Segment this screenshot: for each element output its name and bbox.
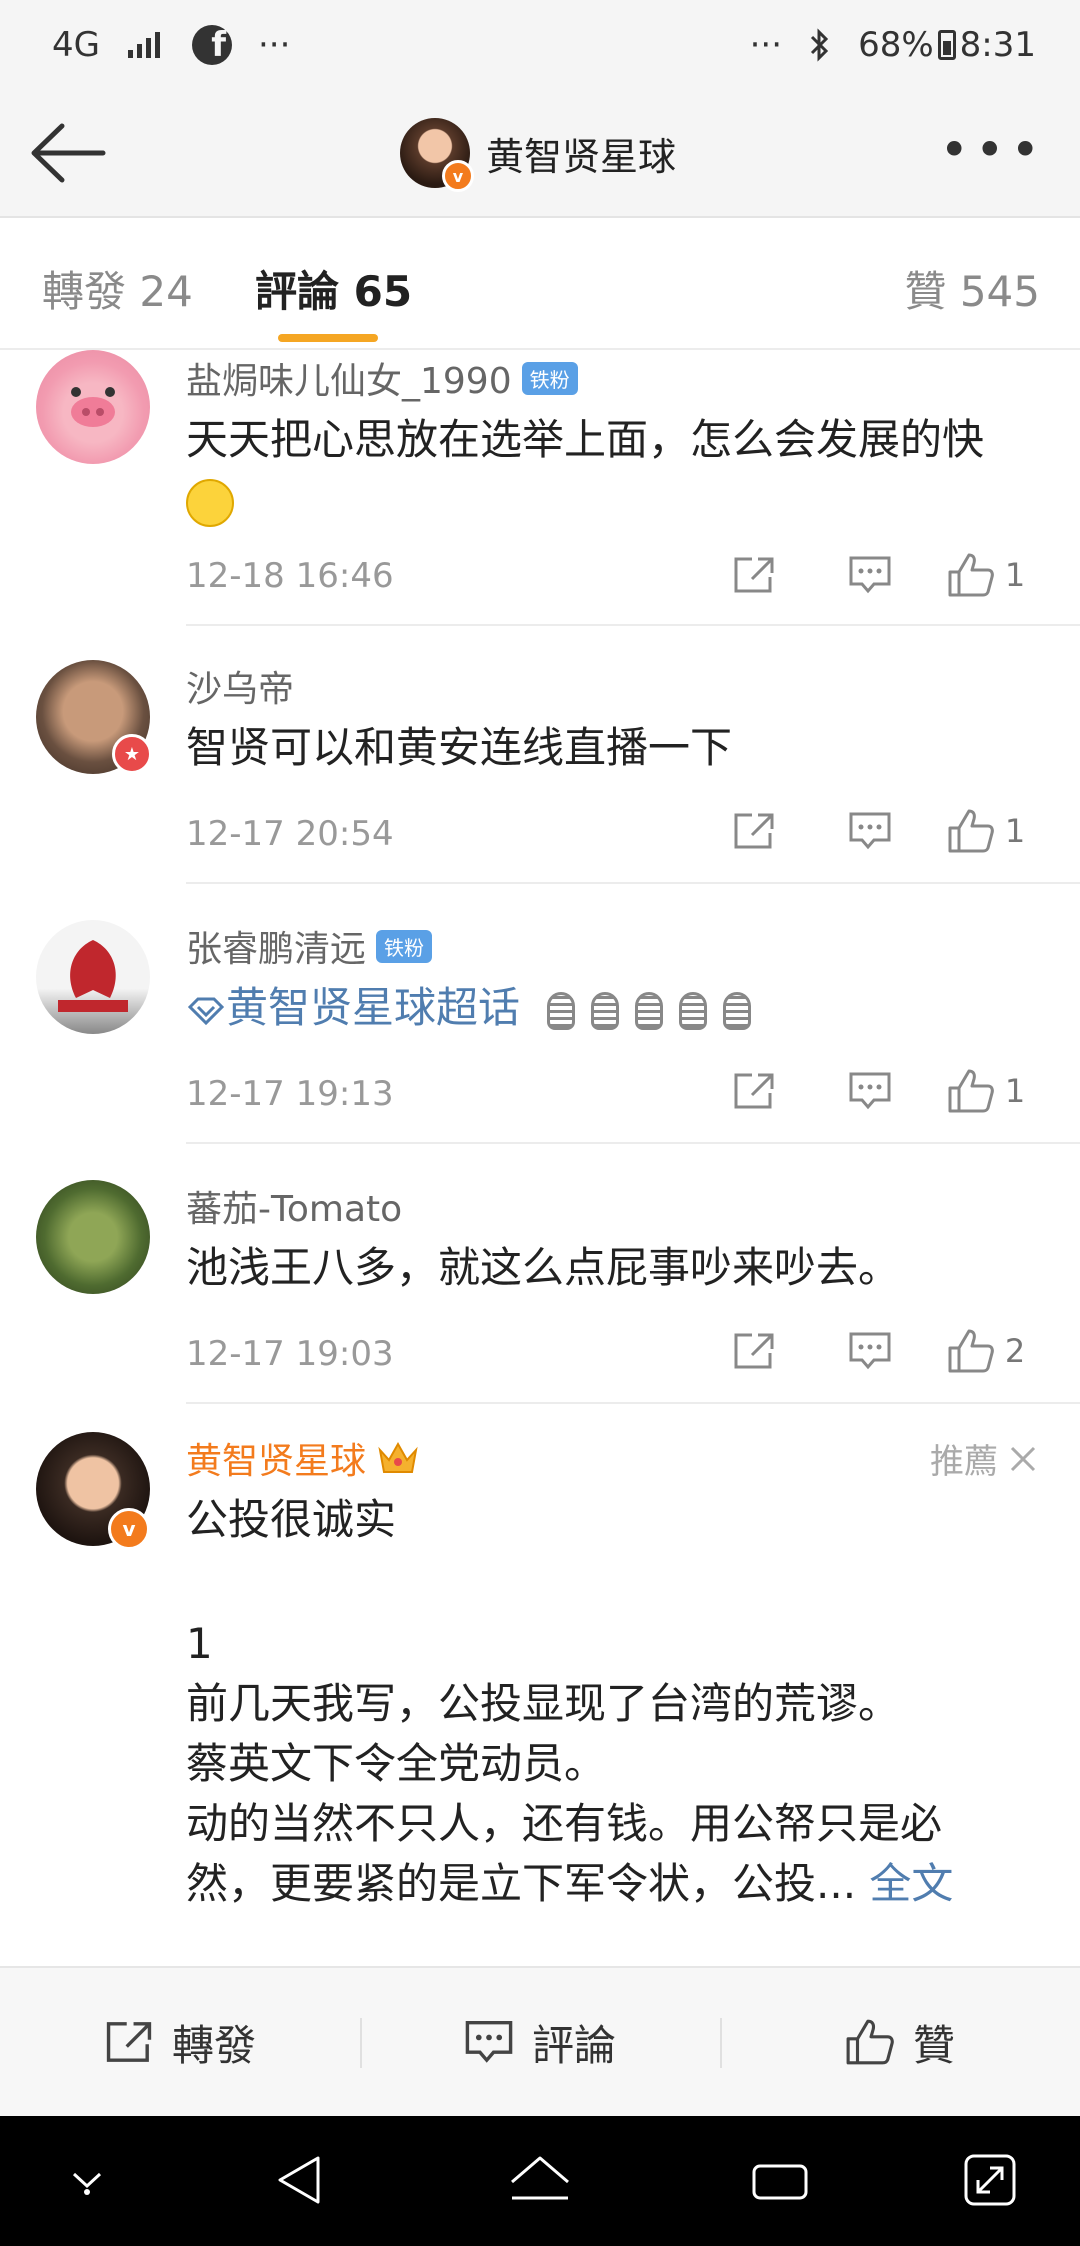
top-nav: v 黄智贤星球 ••• xyxy=(0,90,1080,218)
avatar[interactable] xyxy=(36,920,150,1034)
more-options-icon[interactable]: ••• xyxy=(940,125,1046,175)
battery-level: 68% xyxy=(858,25,934,65)
diamond-icon xyxy=(187,997,225,1025)
comment-timestamp: 12-18 16:46 xyxy=(186,556,394,596)
reply-icon[interactable] xyxy=(812,806,928,856)
crown-icon xyxy=(378,1441,418,1473)
pig-avatar-icon xyxy=(71,387,115,427)
microphone-emoji-icon xyxy=(547,991,576,1030)
like-count: 1 xyxy=(1004,556,1026,594)
nav-profile[interactable]: v 黄智贤星球 xyxy=(400,118,677,192)
tab-repost[interactable]: 轉發 24 xyxy=(42,258,193,319)
comment-icon xyxy=(465,2020,513,2063)
thumbs-up-icon xyxy=(948,809,994,853)
comment-actions: 1 xyxy=(696,550,1044,600)
thumbs-up-icon xyxy=(948,1329,994,1373)
like-button[interactable]: 1 xyxy=(928,550,1044,600)
comment-actions: 1 xyxy=(696,1066,1044,1116)
repost-button[interactable]: 轉發 xyxy=(0,1968,360,2116)
bottom-action-bar: 轉發 評論 贊 xyxy=(0,1966,1080,2116)
comment-timestamp: 12-17 20:54 xyxy=(186,814,394,854)
fan-badge: 铁粉 xyxy=(376,929,433,963)
expand-icon[interactable] xyxy=(962,2152,1018,2208)
divider xyxy=(186,1142,1080,1144)
emblem-avatar-icon xyxy=(58,940,128,1012)
comment-username[interactable]: 沙乌帝 xyxy=(186,660,294,712)
fan-badge: 铁粉 xyxy=(521,361,578,395)
close-icon[interactable] xyxy=(1008,1444,1038,1474)
facebook-icon: f xyxy=(191,25,232,65)
tab-bar: 轉發 24 評論 65 贊 545 xyxy=(0,218,1080,350)
share-icon[interactable] xyxy=(696,550,812,600)
network-indicator: 4G xyxy=(52,25,100,65)
like-count: 1 xyxy=(1004,812,1026,850)
avatar[interactable] xyxy=(36,1180,150,1294)
avatar[interactable] xyxy=(36,350,150,464)
battery-icon xyxy=(937,30,956,60)
more-status: ··· xyxy=(749,25,783,65)
signal-icon xyxy=(127,32,160,58)
home-icon[interactable] xyxy=(508,2152,572,2208)
laughing-emoji-icon xyxy=(186,478,234,527)
share-icon[interactable] xyxy=(696,1066,812,1116)
microphone-emoji-icon xyxy=(723,991,752,1030)
comment-username[interactable]: 盐焗味儿仙女_1990 铁粉 xyxy=(186,352,578,404)
status-bar: 4G f ··· ··· 68% 8:31 xyxy=(0,0,1080,90)
thumbs-up-icon xyxy=(948,553,994,597)
divider xyxy=(186,1402,1080,1404)
comment-actions: 2 xyxy=(696,1326,1044,1376)
thumbs-up-icon xyxy=(846,2019,894,2065)
recent-apps-icon[interactable] xyxy=(750,2158,810,2206)
like-button[interactable]: 2 xyxy=(928,1326,1044,1376)
comment-text: 智贤可以和黄安连线直播一下 xyxy=(186,723,733,772)
like-count: 2 xyxy=(1004,1332,1026,1370)
like-button[interactable]: 贊 xyxy=(720,1968,1080,2116)
bluetooth-icon xyxy=(811,28,829,62)
expand-full-text-link[interactable]: 全文 xyxy=(869,1859,953,1908)
microphone-emoji-icon xyxy=(591,991,620,1030)
comment-text: 天天把心思放在选举上面，怎么会发展的快 xyxy=(186,410,1046,530)
recommend-tag: 推薦 xyxy=(930,1434,1038,1483)
like-button[interactable]: 1 xyxy=(928,1066,1044,1116)
verified-icon: v xyxy=(442,160,474,192)
supertopic-link[interactable]: 黄智贤星球超话 xyxy=(186,978,1046,1038)
more-notifications: ··· xyxy=(257,25,291,65)
divider xyxy=(186,882,1080,884)
microphone-emoji-icon xyxy=(635,991,664,1030)
like-count: 1 xyxy=(1004,1072,1026,1110)
system-nav-bar xyxy=(0,2116,1080,2246)
back-arrow-icon[interactable] xyxy=(28,120,108,186)
comment-text: 池浅王八多，就这么点屁事吵来吵去。 xyxy=(186,1243,901,1292)
page-title: 黄智贤星球 xyxy=(486,134,677,179)
comment-timestamp: 12-17 19:03 xyxy=(186,1334,394,1374)
comment-actions: 1 xyxy=(696,806,1044,856)
comment-username[interactable]: 黄智贤星球 xyxy=(186,1432,420,1484)
clock: 8:31 xyxy=(959,25,1036,65)
thumbs-up-icon xyxy=(948,1069,994,1113)
comment-username[interactable]: 蕃茄-Tomato xyxy=(186,1180,402,1232)
microphone-emoji-icon xyxy=(679,991,708,1030)
share-icon[interactable] xyxy=(696,1326,812,1376)
comment-button[interactable]: 評論 xyxy=(360,1968,720,2116)
verified-icon: v xyxy=(108,1508,150,1550)
chevron-down-icon[interactable] xyxy=(66,2166,108,2196)
reply-icon[interactable] xyxy=(812,550,928,600)
divider xyxy=(186,624,1080,626)
comment-text: 公投很诚实 1 前几天我写，公投显现了台湾的荒谬。 蔡英文下令全党动员。 动的当… xyxy=(186,1495,954,1908)
reply-icon[interactable] xyxy=(812,1326,928,1376)
comment-username[interactable]: 张睿鹏清远 铁粉 xyxy=(186,920,433,972)
tab-comments[interactable]: 評論 65 xyxy=(255,258,412,319)
active-tab-indicator xyxy=(278,334,378,342)
tab-likes[interactable]: 贊 545 xyxy=(904,258,1040,319)
reply-icon[interactable] xyxy=(812,1066,928,1116)
star-badge-icon: ★ xyxy=(112,734,152,774)
share-icon xyxy=(106,2022,152,2062)
like-button[interactable]: 1 xyxy=(928,806,1044,856)
avatar[interactable]: v xyxy=(400,118,474,192)
comment-timestamp: 12-17 19:13 xyxy=(186,1074,394,1114)
share-icon[interactable] xyxy=(696,806,812,856)
back-icon[interactable] xyxy=(272,2152,328,2208)
